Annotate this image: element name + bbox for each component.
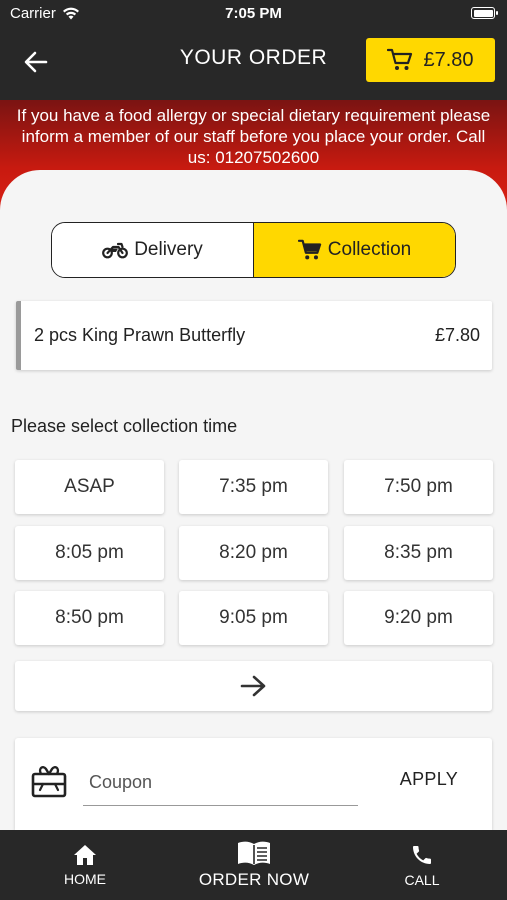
gift-icon	[31, 766, 67, 798]
status-time: 7:05 PM	[225, 5, 282, 22]
nav-call-label: CALL	[404, 871, 440, 888]
order-item-price: £7.80	[434, 325, 480, 345]
order-content: Delivery Collection 2 pcs King Prawn But…	[0, 170, 507, 830]
home-icon	[74, 844, 96, 865]
cart-total: £7.80	[423, 48, 474, 71]
time-slot[interactable]: 8:05 pm	[15, 526, 164, 580]
delivery-option[interactable]: Delivery	[52, 223, 254, 277]
phone-icon	[413, 845, 431, 864]
nav-call[interactable]: CALL	[388, 830, 456, 900]
cart-icon	[387, 48, 413, 70]
collection-option[interactable]: Collection	[254, 223, 455, 277]
arrow-right-icon	[240, 675, 265, 697]
allergy-notice-text: If you have a food allergy or special di…	[16, 106, 491, 167]
cart-icon	[297, 239, 321, 260]
time-slot[interactable]: 8:50 pm	[15, 591, 164, 645]
arrow-left-icon	[24, 51, 48, 73]
time-slot[interactable]: 7:50 pm	[344, 460, 493, 514]
motorbike-icon	[102, 242, 129, 259]
collection-label: Collection	[327, 239, 412, 260]
nav-order-now-label: ORDER NOW	[198, 870, 310, 889]
more-times-button[interactable]	[15, 661, 492, 711]
time-slot[interactable]: ASAP	[15, 460, 164, 514]
coupon-section: APPLY	[15, 738, 492, 830]
delivery-label: Delivery	[134, 239, 203, 260]
time-slot[interactable]: 7:35 pm	[179, 460, 328, 514]
time-slot[interactable]: 8:35 pm	[344, 526, 493, 580]
nav-home[interactable]: HOME	[46, 830, 124, 900]
time-slot[interactable]: 8:20 pm	[179, 526, 328, 580]
nav-home-label: HOME	[64, 870, 106, 887]
order-type-toggle: Delivery Collection	[51, 222, 456, 278]
back-button[interactable]	[20, 46, 52, 78]
apply-coupon-button[interactable]: APPLY	[400, 769, 458, 790]
menu-book-icon	[238, 841, 270, 865]
order-item-name: 2 pcs King Prawn Butterfly	[34, 325, 246, 345]
collection-time-label: Please select collection time	[11, 416, 238, 436]
nav-order-now[interactable]: ORDER NOW	[190, 830, 318, 900]
order-item[interactable]: 2 pcs King Prawn Butterfly £7.80	[16, 301, 492, 370]
status-bar: Carrier 7:05 PM	[0, 0, 507, 28]
battery-icon	[471, 7, 498, 19]
time-slot[interactable]: 9:20 pm	[344, 591, 493, 645]
time-slot[interactable]: 9:05 pm	[179, 591, 328, 645]
cart-button[interactable]: £7.80	[366, 38, 495, 82]
coupon-input[interactable]	[83, 760, 358, 806]
app-header: YOUR ORDER £7.80	[0, 28, 507, 100]
bottom-navigation: HOME ORDER NOW CALL	[0, 830, 507, 900]
